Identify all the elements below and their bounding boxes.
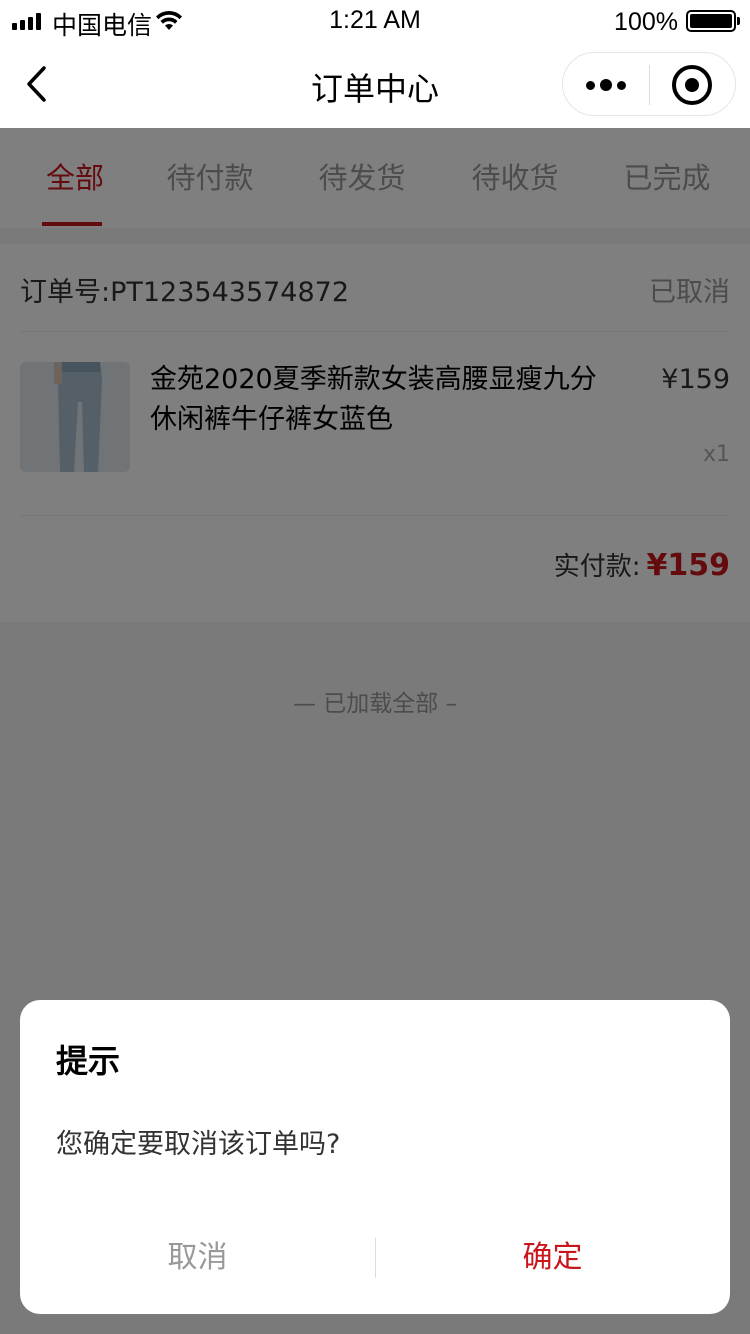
nav-bar: 订单中心 (0, 44, 750, 128)
confirm-button[interactable]: 确定 (375, 1202, 730, 1314)
battery-percent: 100% (614, 8, 678, 36)
dialog-title: 提示 (56, 1042, 121, 1080)
cancel-button[interactable]: 取消 (20, 1202, 375, 1314)
dialog-message: 您确定要取消该订单吗? (56, 1129, 341, 1160)
target-icon (671, 65, 712, 105)
more-dots-icon (586, 80, 595, 90)
dialog-buttons: 取消 确定 (20, 1202, 730, 1314)
status-bar: 中国电信 1:21 AM 100% (0, 0, 750, 44)
more-button[interactable] (563, 53, 649, 117)
battery-icon (686, 10, 740, 32)
confirm-dialog: 提示 您确定要取消该订单吗? 取消 确定 (20, 1000, 730, 1314)
mini-program-capsule (562, 52, 736, 116)
close-mini-program-button[interactable] (648, 53, 735, 117)
